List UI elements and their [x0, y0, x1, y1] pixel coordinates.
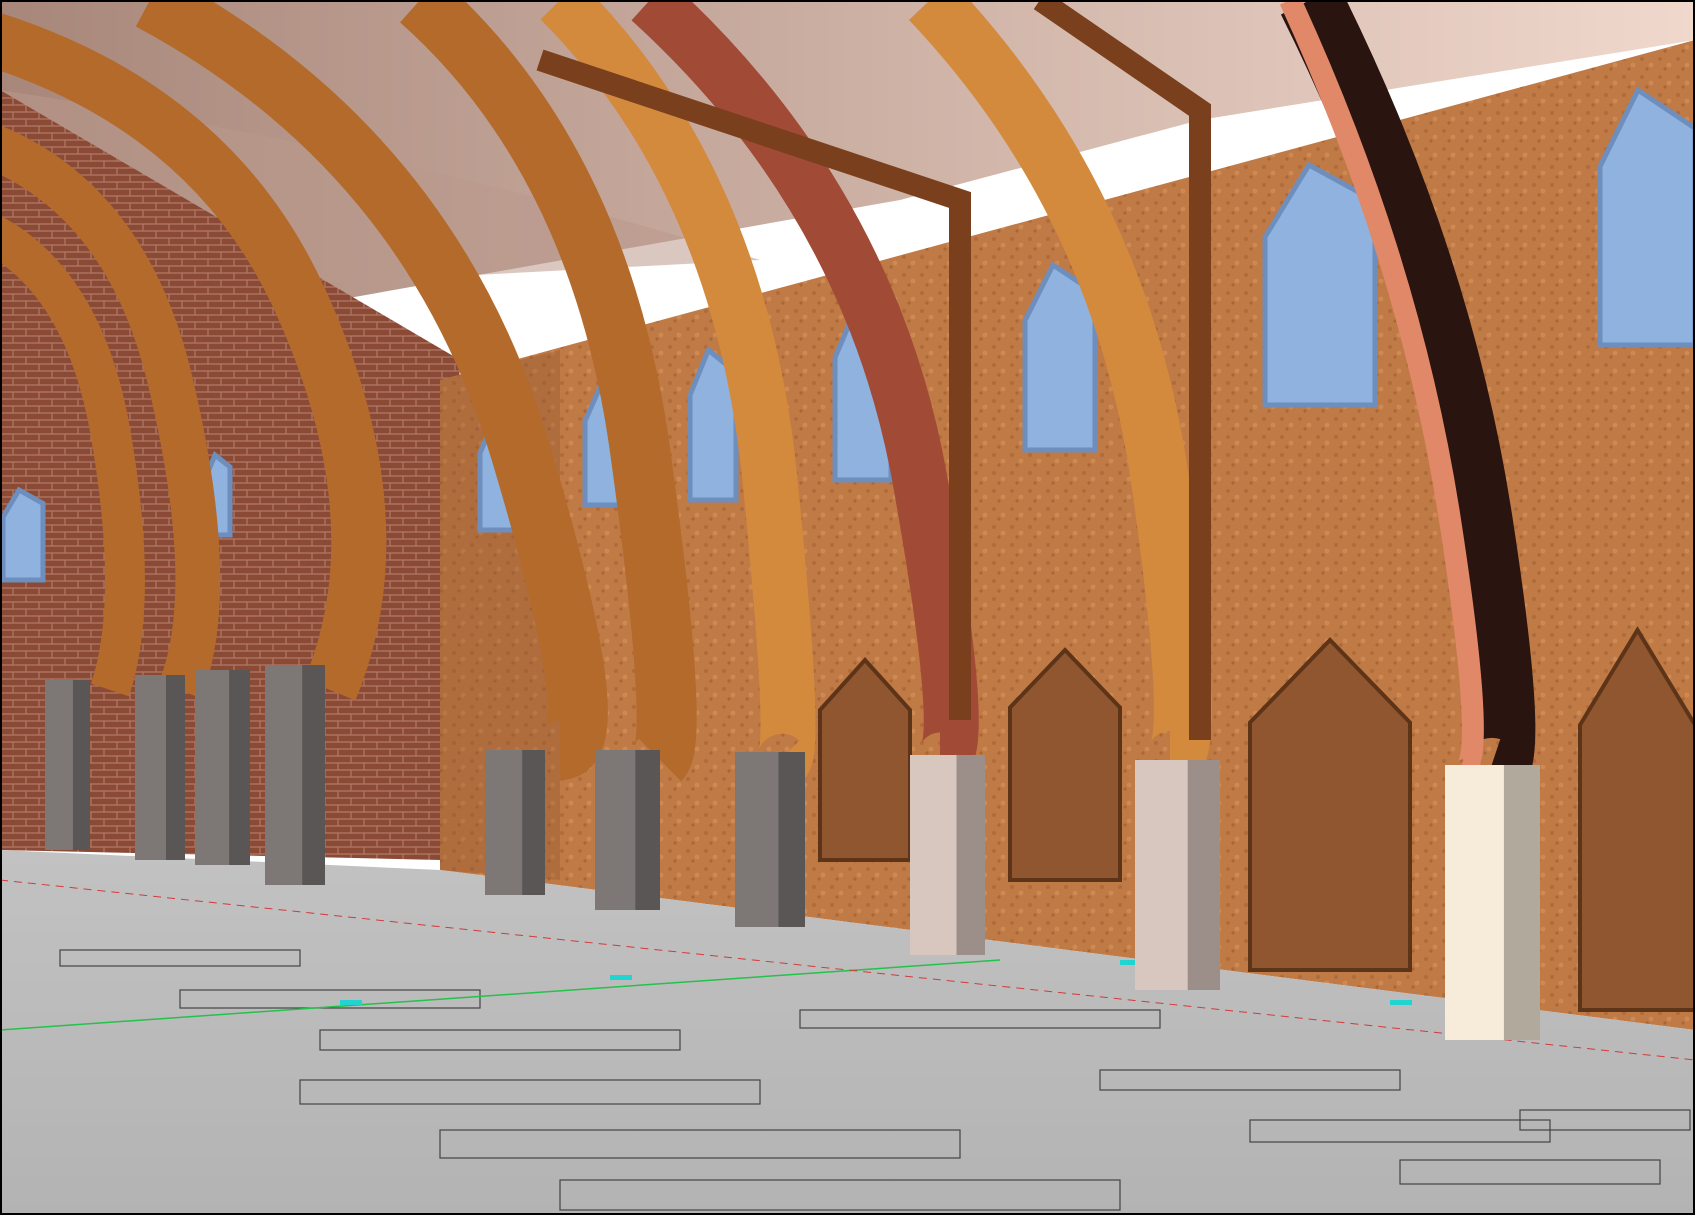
- stone-pier-shade: [1503, 765, 1540, 1040]
- guide-marker: [340, 1000, 362, 1005]
- arched-window: [0, 486, 46, 583]
- stone-pier-shade: [229, 670, 250, 865]
- stone-pier-shade: [72, 680, 90, 850]
- render-viewport: [0, 0, 1695, 1215]
- stone-pier-shade: [522, 750, 545, 895]
- guide-marker: [610, 975, 632, 980]
- stone-pier-shade: [778, 752, 805, 927]
- interior-render: [0, 0, 1695, 1215]
- guide-marker: [1390, 1000, 1412, 1005]
- stone-pier-shade: [956, 755, 985, 955]
- stone-pier-shade: [302, 665, 325, 885]
- stone-pier-shade: [1187, 760, 1220, 990]
- stone-pier-shade: [635, 750, 660, 910]
- stone-pier-shade: [166, 675, 185, 860]
